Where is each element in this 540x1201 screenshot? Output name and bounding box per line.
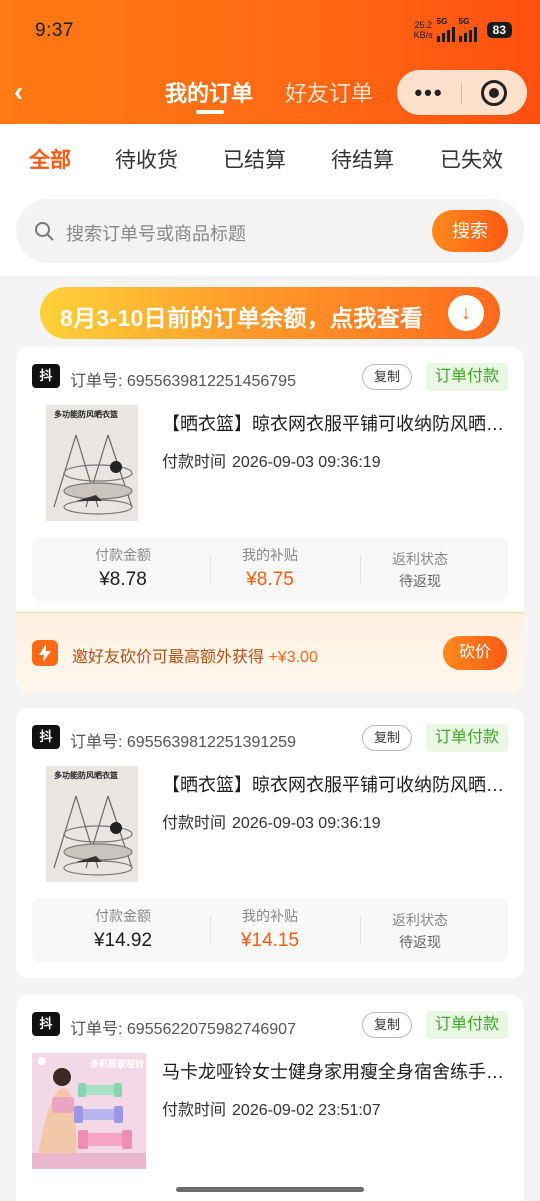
more-menu-button[interactable]: ••• [397, 81, 461, 103]
search-input[interactable]: 搜索订单号或商品标题 [66, 220, 246, 246]
product-image[interactable]: 多功能防风晒衣篮 [46, 405, 138, 521]
pay-amount: 付款金额 ¥8.78 [95, 547, 151, 590]
order-number: 订单号: 6955622075982746907 [70, 1021, 296, 1038]
banner-text: 8月3-10日前的订单余额，点我查看 [60, 305, 424, 331]
filter-tab-pending-receipt[interactable]: 待收货 [115, 144, 178, 174]
filter-tab-expired[interactable]: 已失效 [440, 144, 503, 174]
product-title[interactable]: 马卡龙哑铃女士健身家用瘦全身宿舍练手臂小哑铃 [162, 1058, 507, 1084]
balance-banner[interactable]: 8月3-10日前的订单余额，点我查看 ✦ ↓ [40, 287, 500, 339]
back-button[interactable]: ‹ [14, 76, 23, 108]
status-indicators: 25.2 KB/s 5G 5G 83 [414, 18, 512, 42]
tab-friend-orders[interactable]: 好友订单 [285, 76, 373, 108]
filter-tab-settled[interactable]: 已结算 [223, 144, 286, 174]
rebate-status: 返利状态 待返现 [392, 551, 448, 589]
active-tab-indicator [196, 110, 224, 114]
close-miniprogram-button[interactable] [462, 79, 526, 106]
order-number: 订单号: 6955639812251456795 [70, 373, 296, 390]
filter-panel: 全部 待收货 已结算 待结算 已失效 搜索订单号或商品标题 搜索 [0, 124, 540, 276]
filter-tab-pending-settlement[interactable]: 待结算 [331, 144, 394, 174]
order-card: 抖 订单号: 6955639812251391259 复制 订单付款 多功能防风… [16, 708, 524, 978]
douyin-icon: 抖 [32, 1012, 60, 1036]
lightning-icon [32, 640, 58, 666]
douyin-icon: 抖 [32, 725, 60, 749]
order-card: 抖 订单号: 6955622075982746907 复制 订单付款 多彩居家哑… [16, 995, 524, 1201]
signal-icon-2: 5G [458, 18, 477, 42]
battery-icon: 83 [486, 22, 512, 38]
product-image[interactable]: 多功能防风晒衣篮 [46, 766, 138, 882]
promo-text: 邀好友砍价可最高额外获得 +¥3.00 [72, 649, 318, 666]
target-icon [481, 79, 507, 106]
bargain-promo: 邀好友砍价可最高额外获得 +¥3.00 砍价 [16, 612, 524, 691]
payment-time: 付款时间 2026-09-03 09:36:19 [162, 815, 381, 832]
copy-button[interactable]: 复制 [362, 1012, 412, 1038]
top-header: 9:37 25.2 KB/s 5G 5G 83 ‹ 我的订单 好友订单 ••• [0, 0, 540, 124]
copy-button[interactable]: 复制 [362, 725, 412, 751]
search-button[interactable]: 搜索 [432, 210, 508, 252]
status-time: 9:37 [35, 20, 74, 41]
search-icon [35, 222, 54, 241]
order-number: 订单号: 6955639812251391259 [70, 734, 296, 751]
status-badge: 订单付款 [426, 724, 508, 752]
order-stats: 付款金额 ¥14.92 我的补贴 ¥14.15 返利状态 待返现 [32, 898, 508, 962]
copy-button[interactable]: 复制 [362, 364, 412, 390]
arrow-down-icon: ↓ [448, 295, 484, 331]
subsidy-amount: 我的补贴 ¥8.75 [242, 547, 298, 590]
payment-time: 付款时间 2026-09-03 09:36:19 [162, 454, 381, 471]
network-speed: 25.2 KB/s [413, 20, 433, 40]
rebate-status: 返利状态 待返现 [392, 912, 448, 950]
home-indicator[interactable] [176, 1187, 364, 1192]
pay-amount: 付款金额 ¥14.92 [93, 908, 153, 951]
filter-tab-all[interactable]: 全部 [29, 144, 71, 174]
douyin-icon: 抖 [32, 364, 60, 388]
order-stats: 付款金额 ¥8.78 我的补贴 ¥8.75 返利状态 待返现 [32, 537, 508, 601]
status-badge: 订单付款 [426, 363, 508, 391]
subsidy-amount: 我的补贴 ¥14.15 [240, 908, 300, 951]
status-badge: 订单付款 [426, 1011, 508, 1039]
miniprogram-capsule: ••• [397, 70, 527, 115]
payment-time: 付款时间 2026-09-02 23:51:07 [162, 1102, 381, 1119]
product-title[interactable]: 【晒衣篮】晾衣网衣服平铺可收纳防风晒衣架多层衣物晾晒网 [162, 771, 507, 797]
search-bar: 搜索订单号或商品标题 搜索 [16, 199, 524, 263]
order-card: 抖 订单号: 6955639812251456795 复制 订单付款 多功能防风… [16, 347, 524, 691]
product-title[interactable]: 【晒衣篮】晾衣网衣服平铺可收纳防风晒衣架多层衣物晾晒网 [162, 410, 507, 436]
tab-my-orders[interactable]: 我的订单 [165, 76, 253, 108]
product-image[interactable]: 多彩居家哑铃 [32, 1053, 146, 1169]
signal-icon: 5G [436, 18, 455, 42]
bargain-button[interactable]: 砍价 [443, 636, 507, 670]
